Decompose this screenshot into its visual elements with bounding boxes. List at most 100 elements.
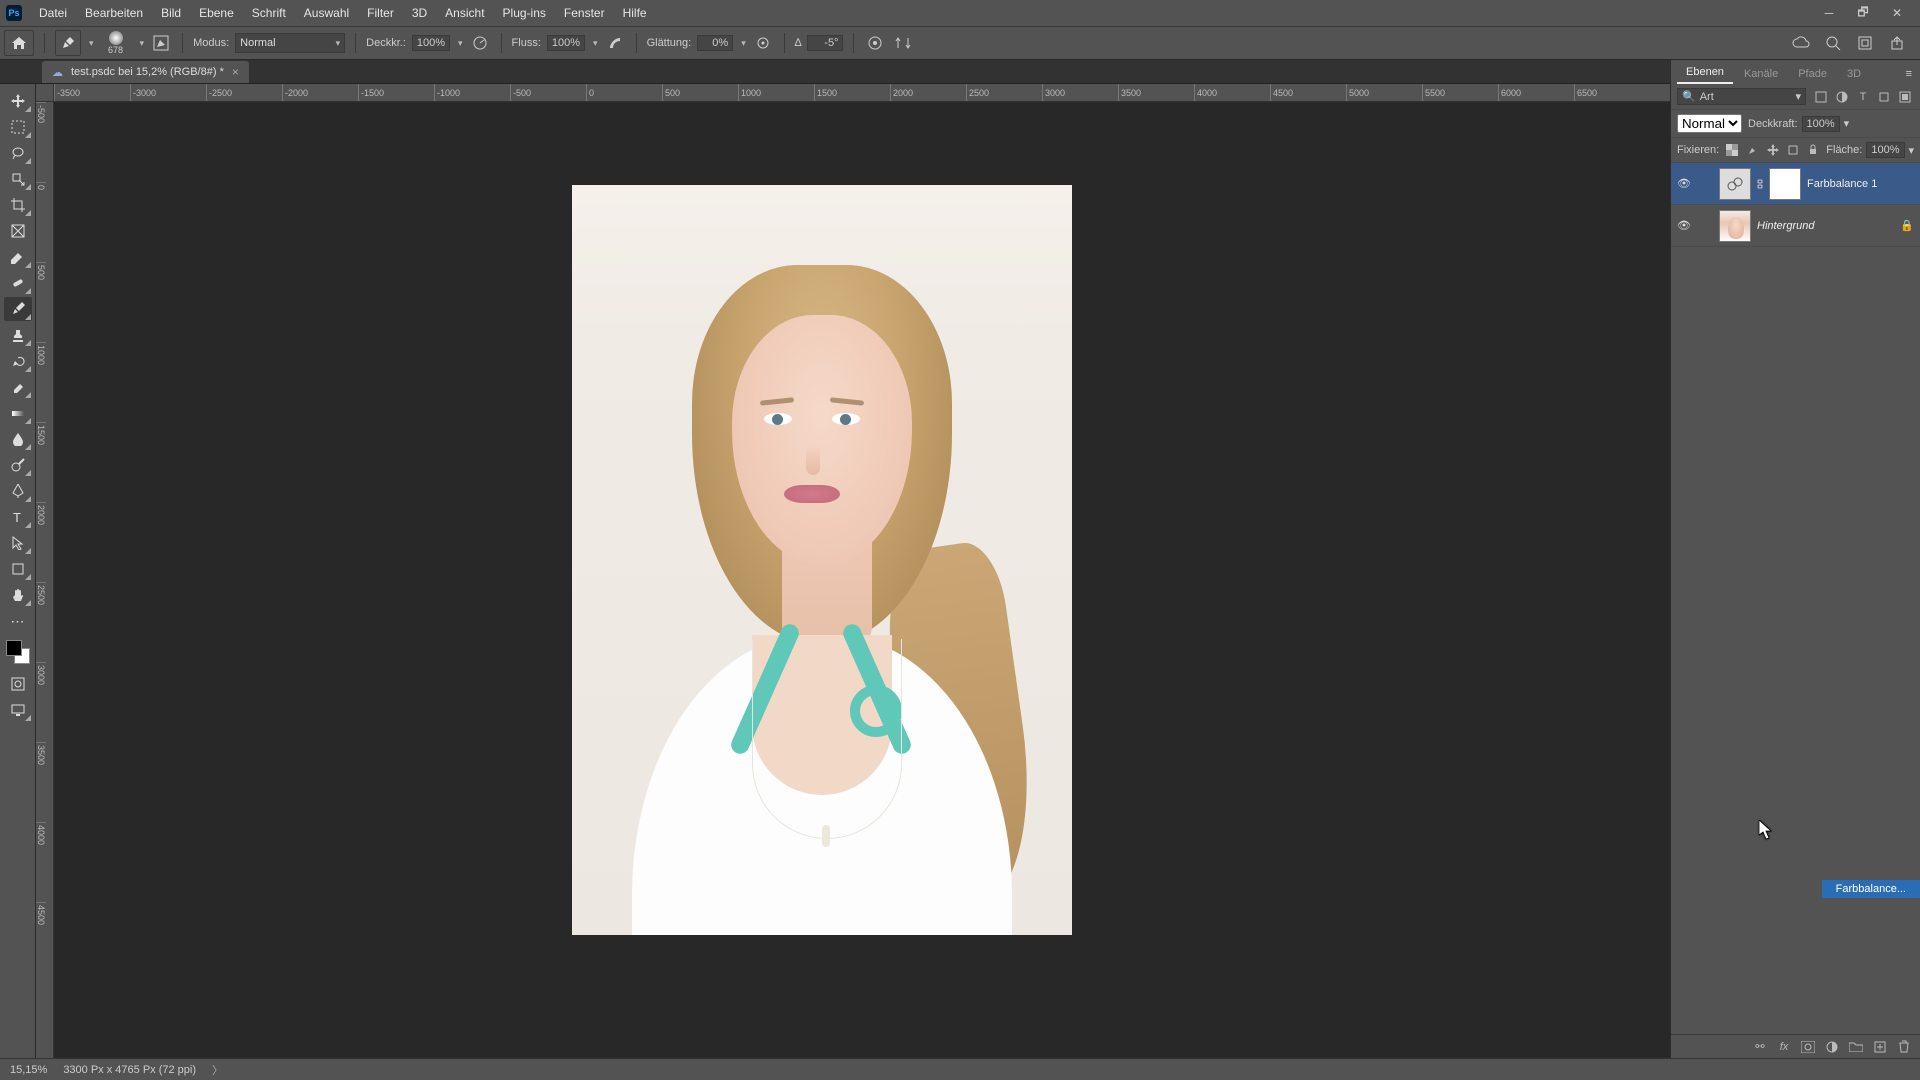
pen-tool[interactable] [4, 479, 32, 503]
hand-tool[interactable] [4, 583, 32, 607]
menu-select[interactable]: Auswahl [295, 6, 358, 20]
menu-edit[interactable]: Bearbeiten [76, 6, 152, 20]
layer-thumbnail[interactable] [1719, 210, 1751, 242]
layer-opacity-input[interactable]: 100% [1802, 116, 1840, 132]
search-button[interactable] [1822, 32, 1844, 54]
close-tab-button[interactable]: × [232, 65, 239, 79]
type-tool[interactable]: T [4, 505, 32, 529]
adjustment-thumbnail[interactable] [1719, 168, 1751, 200]
menu-plugins[interactable]: Plug-ins [494, 6, 555, 20]
layer-row[interactable]: 👁 Farbbalance 1 [1671, 163, 1920, 205]
menu-window[interactable]: Fenster [555, 6, 614, 20]
home-button[interactable] [4, 30, 34, 56]
chevron-down-icon[interactable]: ▾ [741, 38, 746, 49]
chevron-down-icon[interactable]: ▾ [458, 38, 463, 49]
add-mask-button[interactable] [1800, 1039, 1816, 1055]
mask-thumbnail[interactable] [1769, 168, 1801, 200]
document-tab[interactable]: ☁ test.psdc bei 15,2% (RGB/8#) * × [42, 61, 249, 83]
airbrush-toggle[interactable] [604, 32, 626, 54]
menu-file[interactable]: Datei [30, 6, 76, 20]
dodge-tool[interactable] [4, 453, 32, 477]
screenmode-toggle[interactable] [4, 698, 32, 722]
menu-image[interactable]: Bild [152, 6, 190, 20]
filter-adjust-icon[interactable] [1833, 89, 1851, 105]
cloud-docs-icon[interactable] [1790, 32, 1812, 54]
chevron-down-icon[interactable]: ▾ [140, 38, 145, 49]
eyedropper-tool[interactable] [4, 245, 32, 269]
quickmask-toggle[interactable] [4, 672, 32, 696]
path-select-tool[interactable] [4, 531, 32, 555]
lock-artboard[interactable] [1786, 142, 1800, 158]
frame-tool[interactable] [4, 219, 32, 243]
share-button[interactable] [1886, 32, 1908, 54]
opacity-input[interactable]: 100% [412, 35, 450, 51]
status-info-menu[interactable]: 〉 [212, 1062, 223, 1078]
selection-tool[interactable] [4, 167, 32, 191]
new-group-button[interactable] [1848, 1039, 1864, 1055]
foreground-swatch[interactable] [6, 640, 22, 656]
chevron-down-icon[interactable]: ▾ [593, 38, 598, 49]
ruler-vertical[interactable]: -500050010001500200025003000350040004500 [36, 102, 54, 1058]
menu-3d[interactable]: 3D [403, 6, 436, 20]
brush-settings-button[interactable] [150, 32, 172, 54]
layer-fill-input[interactable]: 100% [1866, 142, 1904, 158]
pressure-opacity-toggle[interactable] [469, 32, 491, 54]
visibility-toggle[interactable]: 👁 [1677, 177, 1693, 190]
lock-position[interactable] [1766, 142, 1780, 158]
healing-tool[interactable] [4, 271, 32, 295]
layer-filter-type[interactable]: 🔍 Art ▾ [1677, 88, 1806, 105]
tab-paths[interactable]: Pfade [1789, 64, 1836, 84]
lock-transparency[interactable] [1725, 142, 1739, 158]
more-tools[interactable]: ⋯ [4, 609, 32, 633]
zoom-level[interactable]: 15,15% [10, 1064, 47, 1076]
filter-shape-icon[interactable] [1875, 89, 1893, 105]
angle-input[interactable]: -5° [807, 35, 843, 51]
brush-preset-picker[interactable]: 678 [100, 31, 132, 55]
tab-channels[interactable]: Kanäle [1735, 64, 1787, 84]
lock-pixels[interactable] [1745, 142, 1759, 158]
tool-preset-picker[interactable] [55, 30, 81, 56]
menu-help[interactable]: Hilfe [614, 6, 656, 20]
shape-tool[interactable] [4, 557, 32, 581]
delete-layer-button[interactable] [1896, 1039, 1912, 1055]
document-info[interactable]: 3300 Px x 4765 Px (72 ppi) [63, 1064, 196, 1076]
filter-pixel-icon[interactable] [1812, 89, 1830, 105]
flow-input[interactable]: 100% [547, 35, 585, 51]
eraser-tool[interactable] [4, 375, 32, 399]
stamp-tool[interactable] [4, 323, 32, 347]
lock-all[interactable] [1806, 142, 1820, 158]
chevron-down-icon[interactable]: ▾ [1909, 144, 1915, 157]
history-brush-tool[interactable] [4, 349, 32, 373]
layer-blend-mode[interactable]: Normal [1677, 114, 1742, 133]
close-window-button[interactable]: ✕ [1880, 3, 1914, 23]
brush-tool[interactable] [4, 297, 32, 321]
canvas[interactable] [54, 102, 1670, 1058]
menu-view[interactable]: Ansicht [436, 6, 493, 20]
lasso-tool[interactable] [4, 141, 32, 165]
blend-mode-select[interactable]: Normal▾ [235, 33, 345, 53]
menu-filter[interactable]: Filter [358, 6, 403, 20]
new-adjustment-button[interactable] [1824, 1039, 1840, 1055]
link-layers-button[interactable]: ⚯ [1752, 1039, 1768, 1055]
link-mask-icon[interactable] [1757, 178, 1763, 190]
ruler-horizontal[interactable]: -3500-3000-2500-2000-1500-1000-500050010… [54, 84, 1670, 102]
layer-style-button[interactable]: fx [1776, 1039, 1792, 1055]
panel-menu-button[interactable]: ≡ [1904, 64, 1914, 84]
minimize-button[interactable]: ─ [1812, 3, 1846, 23]
chevron-down-icon[interactable]: ▾ [1844, 117, 1850, 130]
maximize-button[interactable]: 🗗 [1846, 3, 1880, 23]
pressure-size-toggle[interactable] [864, 32, 886, 54]
workspace-frame-icon[interactable] [1854, 32, 1876, 54]
tab-layers[interactable]: Ebenen [1677, 62, 1733, 84]
new-layer-button[interactable] [1872, 1039, 1888, 1055]
smoothing-input[interactable]: 0% [697, 35, 733, 51]
color-swatches[interactable] [6, 640, 30, 664]
layer-row[interactable]: 👁 Hintergrund 🔒 [1671, 205, 1920, 247]
menu-type[interactable]: Schrift [243, 6, 295, 20]
menu-layer[interactable]: Ebene [190, 6, 243, 20]
crop-tool[interactable] [4, 193, 32, 217]
filter-type-icon[interactable]: T [1854, 89, 1872, 105]
marquee-tool[interactable] [4, 115, 32, 139]
gradient-tool[interactable] [4, 401, 32, 425]
move-tool[interactable] [4, 89, 32, 113]
